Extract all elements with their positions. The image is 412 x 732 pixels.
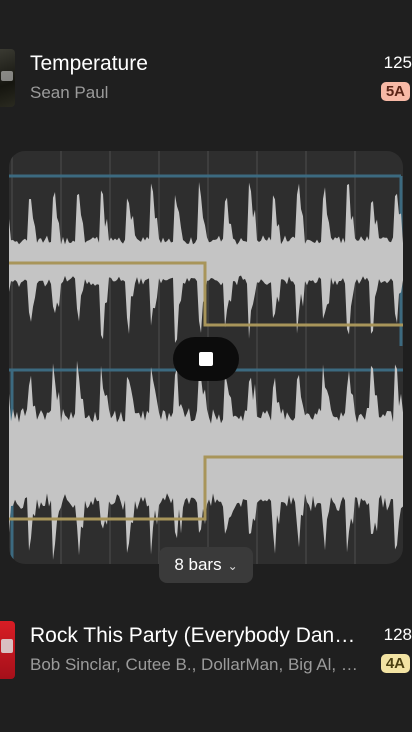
track-bpm: 125 <box>383 53 412 72</box>
track-title: Rock This Party (Everybody Dance Now) <box>30 624 360 647</box>
album-cover <box>0 49 15 107</box>
loop-length-label: 8 bars <box>174 555 222 574</box>
track-bpm: 128 <box>383 625 412 644</box>
track-artist: Sean Paul <box>30 83 109 102</box>
stop-icon <box>199 352 213 366</box>
track-title: Temperature <box>30 52 148 75</box>
track-artist: Bob Sinclar, Cutee B., DollarMan, Big Al… <box>30 655 360 674</box>
stop-button[interactable] <box>173 337 239 381</box>
track-row-current[interactable]: Temperature Sean Paul 125 5A <box>0 46 412 110</box>
chevron-down-icon: ⌄ <box>227 559 238 573</box>
track-row-next[interactable]: Rock This Party (Everybody Dance Now) Bo… <box>0 618 412 682</box>
track-key-badge: 4A <box>380 654 410 673</box>
album-cover <box>0 621 15 679</box>
loop-length-dropdown[interactable]: 8 bars ⌄ <box>159 547 253 583</box>
track-key-badge: 5A <box>380 82 410 101</box>
